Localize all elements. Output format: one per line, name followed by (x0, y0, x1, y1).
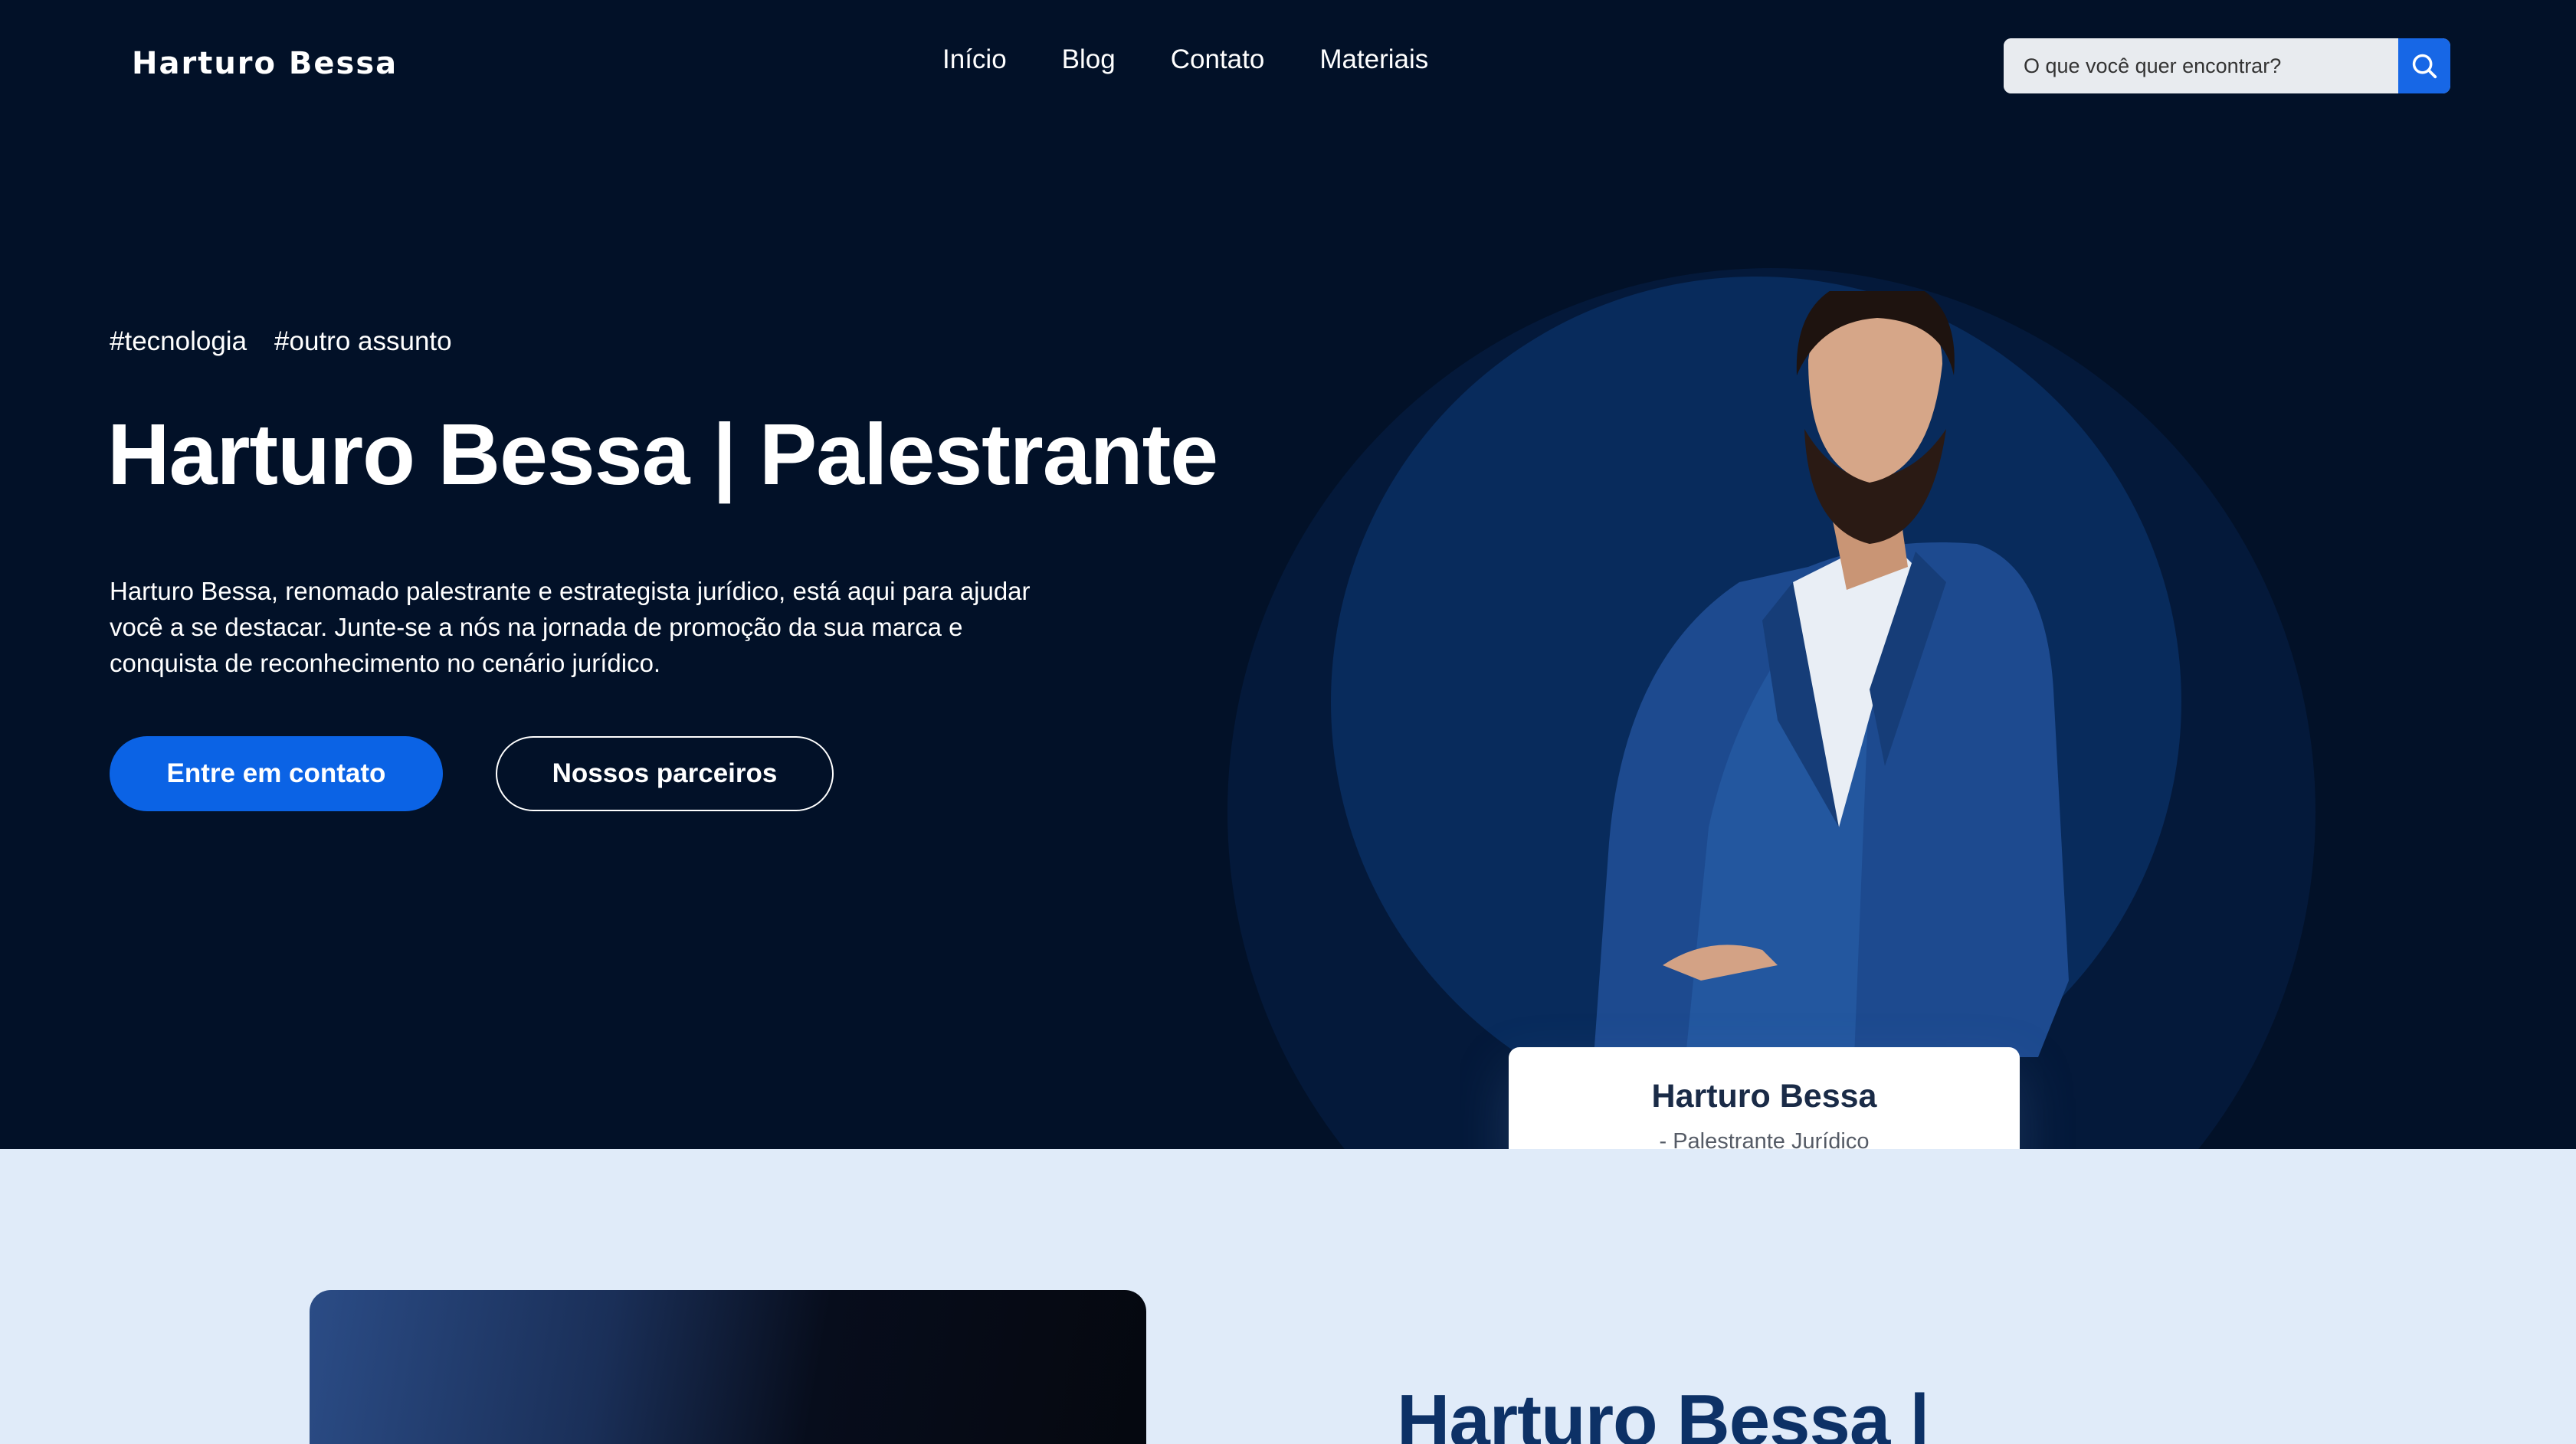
partners-button[interactable]: Nossos parceiros (496, 736, 834, 811)
contact-button[interactable]: Entre em contato (110, 736, 443, 811)
speaker-card-name: Harturo Bessa (1651, 1078, 1877, 1115)
main-nav: Início Blog Contato Materiais (942, 44, 1428, 75)
tag-item[interactable]: #tecnologia (110, 326, 247, 357)
about-photo (310, 1290, 1146, 1444)
topic-tags: #tecnologia #outro assunto (110, 326, 452, 357)
brand-logo[interactable]: Harturo Bessa (132, 46, 398, 81)
nav-item-blog[interactable]: Blog (1062, 44, 1116, 75)
hero-description: Harturo Bessa, renomado palestrante e es… (110, 577, 1031, 677)
search-icon (2412, 54, 2437, 79)
nav-item-contato[interactable]: Contato (1171, 44, 1265, 75)
nav-item-materiais[interactable]: Materiais (1319, 44, 1428, 75)
speaker-card: Harturo Bessa - Palestrante Jurídico (1509, 1047, 2020, 1149)
speaker-card-role: - Palestrante Jurídico (1659, 1129, 1870, 1149)
search-bar (2004, 38, 2450, 93)
tag-item[interactable]: #outro assunto (274, 326, 452, 357)
search-button[interactable] (2398, 38, 2450, 93)
search-input[interactable] (2004, 38, 2398, 93)
about-section-title: Harturo Bessa | (1397, 1380, 1930, 1444)
hero-title: Harturo Bessa | Palestrante (107, 406, 1218, 503)
nav-item-inicio[interactable]: Início (942, 44, 1007, 75)
speaker-portrait (1594, 291, 2069, 1057)
hero-section: Harturo Bessa Início Blog Contato Materi… (0, 0, 2576, 1149)
